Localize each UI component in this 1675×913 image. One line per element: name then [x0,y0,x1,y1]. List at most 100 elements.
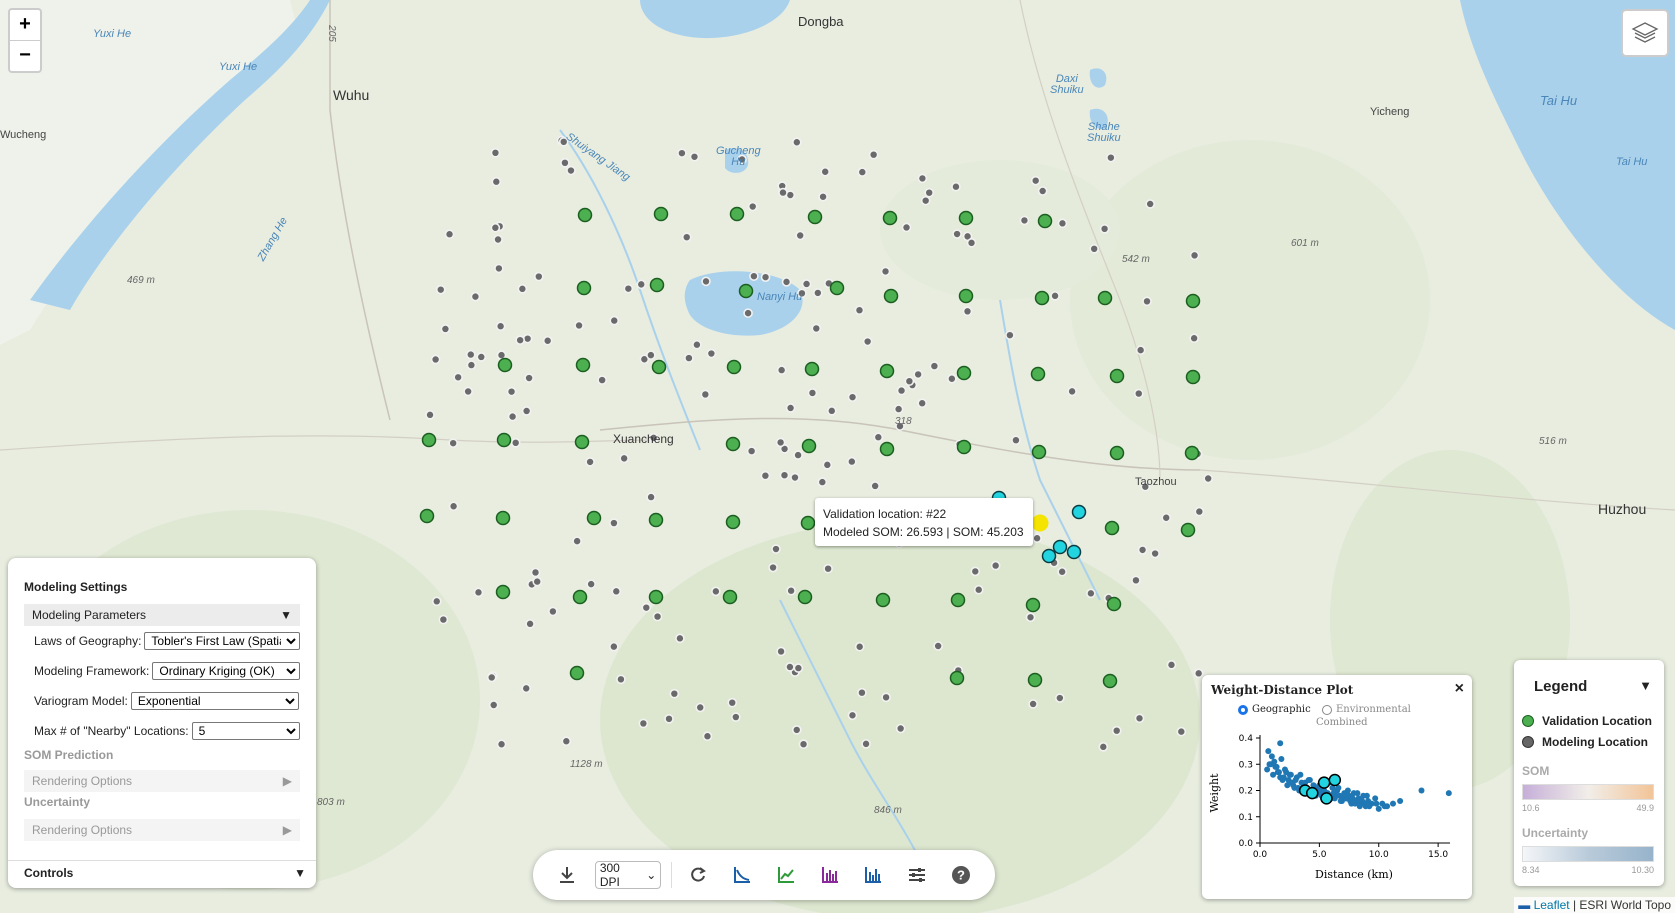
validation-point[interactable] [1037,213,1053,229]
modeling-point[interactable] [542,335,553,346]
modeling-point[interactable] [466,360,477,370]
layers-button[interactable] [1621,9,1669,57]
modeling-point[interactable] [548,606,558,617]
validation-point[interactable] [1097,290,1113,306]
leaflet-link[interactable]: Leaflet [1534,898,1570,912]
modeling-point[interactable] [609,518,619,528]
modeling-point[interactable] [664,714,674,724]
modeling-point[interactable] [597,375,607,385]
modeling-point[interactable] [1019,215,1030,226]
modeling-point[interactable] [623,283,634,294]
modeling-point[interactable] [486,672,497,683]
validation-point[interactable] [495,510,511,526]
modeling-point[interactable] [1067,386,1077,397]
modeling-point[interactable] [616,674,626,685]
modeling-point[interactable] [973,584,984,595]
modeling-point[interactable] [494,263,504,274]
modeling-point[interactable] [1050,291,1060,301]
modeling-point[interactable] [430,354,441,365]
modeling-point[interactable] [534,271,544,282]
modeling-point[interactable] [490,148,501,158]
modeling-point[interactable] [560,158,570,168]
selected-point[interactable] [1031,514,1049,532]
validation-point[interactable] [726,359,742,375]
modeling-point[interactable] [952,229,962,239]
settings-button[interactable] [895,855,939,895]
modeling-point[interactable] [532,576,543,587]
modeling-point[interactable] [566,165,576,176]
nearby-point[interactable] [1052,539,1068,555]
modeling-point[interactable] [820,166,831,177]
modeling-point[interactable] [795,230,805,241]
modeling-point[interactable] [847,710,858,721]
modeling-point[interactable] [778,187,788,198]
validation-point[interactable] [653,206,669,222]
modeling-point[interactable] [792,137,802,148]
modeling-point[interactable] [488,700,499,710]
validation-point[interactable] [829,280,845,296]
modeling-point[interactable] [701,276,711,287]
modeling-point[interactable] [798,739,809,749]
modeling-point[interactable] [970,566,981,577]
modeling-point[interactable] [1150,548,1160,559]
modeling-point[interactable] [793,663,804,673]
validation-point[interactable] [577,207,593,223]
modeling-point[interactable] [507,411,518,422]
modeling-point[interactable] [510,438,521,448]
modeling-point[interactable] [681,232,692,242]
modeling-point[interactable] [440,324,451,334]
modeling-point[interactable] [811,323,822,334]
zoom-in-button[interactable]: + [10,10,40,40]
validation-point[interactable] [1034,290,1050,306]
validation-point[interactable] [1030,366,1046,382]
validation-point[interactable] [729,206,745,222]
modeling-point[interactable] [917,398,927,409]
modeling-point[interactable] [473,587,484,598]
validation-point[interactable] [576,280,592,296]
modeling-point[interactable] [530,567,541,578]
validation-point[interactable] [1185,369,1201,385]
modeling-point[interactable] [785,403,796,413]
validation-point[interactable] [1027,672,1043,688]
modeling-point[interactable] [1161,512,1172,523]
validation-point[interactable] [497,357,513,373]
modeling-point[interactable] [1037,186,1048,196]
modeling-point[interactable] [1194,506,1205,517]
validation-point[interactable] [800,515,816,531]
modeling-point[interactable] [870,481,880,491]
modeling-point[interactable] [465,349,476,360]
validation-point[interactable] [419,508,435,524]
modeling-point[interactable] [760,272,771,282]
modeling-point[interactable] [775,437,786,448]
modeling-point[interactable] [793,450,803,460]
validation-point[interactable] [804,361,820,377]
validation-point[interactable] [725,514,741,530]
modeling-point[interactable] [901,222,912,233]
validation-point[interactable] [722,589,738,605]
modeling-point[interactable] [749,271,759,281]
modeling-point[interactable] [920,195,931,206]
modeling-point[interactable] [1166,660,1177,670]
modeling-point[interactable] [895,723,906,734]
validation-point[interactable] [956,365,972,381]
modeling-point[interactable] [862,336,873,347]
validation-point[interactable] [572,589,588,605]
modeling-point[interactable] [1189,333,1199,344]
trend-plot-button[interactable] [764,855,808,895]
modeling-point[interactable] [1137,545,1148,555]
modeling-point[interactable] [1086,588,1096,599]
modeling-point[interactable] [1203,473,1213,484]
modeling-point[interactable] [1189,250,1200,261]
modeling-point[interactable] [947,373,957,384]
modeling-point[interactable] [1176,726,1187,737]
modeling-point[interactable] [1011,435,1021,445]
modeling-point[interactable] [700,389,711,400]
modeling-point[interactable] [1055,693,1065,703]
modeling-point[interactable] [813,288,823,298]
validation-point[interactable] [956,439,972,455]
modeling-point[interactable] [646,350,656,360]
modeling-point[interactable] [1134,713,1145,724]
modeling-point[interactable] [1145,199,1155,209]
modeling-point[interactable] [818,191,828,202]
laws-select[interactable]: Tobler's First Law (Spatia [144,632,301,650]
